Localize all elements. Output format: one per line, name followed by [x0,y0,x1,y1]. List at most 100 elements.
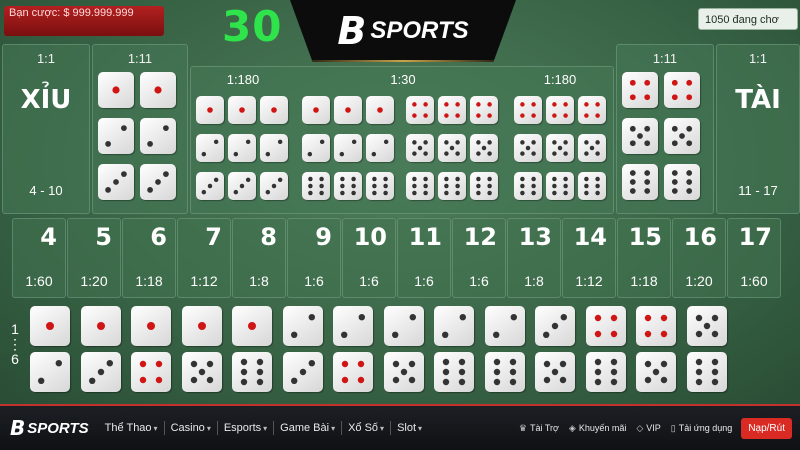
nav-logo-b-icon: B [10,416,25,440]
nav-link-1[interactable]: ◈ Khuyến mãi [564,423,631,434]
triple-die [228,96,256,124]
nav-menu: Thể Thao ▾ Casino ▾ Esports ▾ Game Bài ▾ Xổ Số ▾ S… [99,421,428,435]
bet-total-13[interactable]: 13 1:8 [507,218,561,298]
total-odds: 1:60 [740,273,768,289]
bet-total-14[interactable]: 14 1:12 [562,218,616,298]
deposit-withdraw-button[interactable]: Nạp/Rút [741,417,792,439]
bet-tai[interactable]: 1:1 TÀI 11 - 17 [716,44,800,214]
bet-total-10[interactable]: 10 1:6 [342,218,396,298]
bet-total-8[interactable]: 8 1:8 [232,218,286,298]
nav-item-casino[interactable]: Casino ▾ [165,422,217,434]
nav-link-3[interactable]: ▯ Tải ứng dụng [666,423,738,434]
triple-die [302,134,330,162]
total-number: 8 [260,223,277,251]
combo-die-bottom [686,352,727,392]
total-odds: 1:20 [80,273,108,289]
triple-die [514,96,542,124]
xiu-range: 4 - 10 [29,183,63,198]
triple-right-ratio: 1:180 [543,72,577,87]
total-number: 7 [205,223,222,251]
nav-link-0[interactable]: ♛ Tài Trợ [514,423,564,434]
bet-total-15[interactable]: 15 1:18 [617,218,671,298]
triple-die [302,96,330,124]
xiu-ratio: 1:1 [36,51,56,66]
triple-die [438,172,466,200]
nav-item-thể-thao[interactable]: Thể Thao ▾ [99,422,164,434]
triple-die [366,96,394,124]
triple-die [578,134,606,162]
tai-ratio: 1:1 [748,51,768,66]
nav-link-label: VIP [646,423,661,433]
bet-total-12[interactable]: 12 1:6 [452,218,506,298]
combo-die-bottom [535,352,575,392]
combo-die-bottom [484,352,525,392]
nav-item-slot[interactable]: Slot ▾ [391,422,428,434]
triple-die [260,96,288,124]
combo-die-top [434,306,474,346]
triple-die [260,172,288,200]
triple-die [196,172,224,200]
chevron-down-icon: ▾ [153,424,158,433]
chevron-down-icon: ▾ [331,424,336,433]
triple-die [196,134,224,162]
double-die [622,118,658,154]
bet-total-4[interactable]: 4 1:60 [12,218,66,298]
double-die [140,164,176,200]
online-count: 1050 đang chơ [698,8,798,30]
combo-die-top [30,306,70,346]
nav-item-label: Game Bài [280,422,330,434]
bet-total-9[interactable]: 9 1:6 [287,218,341,298]
bet-total-11[interactable]: 11 1:6 [397,218,451,298]
triple-die [406,96,434,124]
nav-item-label: Esports [223,422,262,434]
nav-item-esports[interactable]: Esports ▾ [218,422,273,434]
total-number: 9 [315,223,332,251]
bet-total-17[interactable]: 17 1:60 [727,218,781,298]
phone-icon: ▯ [670,422,676,433]
total-odds: 1:6 [359,273,379,289]
double-die [140,72,176,108]
total-number: 16 [683,223,717,251]
total-odds: 1:20 [685,273,713,289]
triple-die [196,96,224,124]
triple-die [228,172,256,200]
triple-die [438,134,466,162]
nav-link-2[interactable]: ◇ VIP [631,423,665,434]
nav-item-game-bài[interactable]: Game Bài ▾ [274,422,341,434]
bet-total-5[interactable]: 5 1:20 [67,218,121,298]
nav-item-xổ-số[interactable]: Xổ Số ▾ [342,422,390,434]
total-odds: 1:18 [135,273,163,289]
triple-die [334,172,362,200]
total-number: 6 [150,223,167,251]
nav-item-label: Casino [170,422,205,434]
double-right-ratio: 1:11 [652,51,678,66]
tag-icon: ◈ [568,422,576,433]
combo-die-top [585,306,626,346]
triple-left-ratio: 1:180 [226,72,260,87]
diamond-icon: ◇ [636,422,644,433]
total-odds: 1:18 [630,273,658,289]
triple-die [366,134,394,162]
double-die [622,164,658,200]
bet-total-7[interactable]: 7 1:12 [177,218,231,298]
chevron-down-icon: ▾ [206,424,211,433]
bet-total-6[interactable]: 6 1:18 [122,218,176,298]
total-odds: 1:6 [414,273,434,289]
nav-logo[interactable]: B SPORTS [10,416,89,440]
double-die [664,118,700,154]
tai-range: 11 - 17 [738,183,778,198]
double-die [140,118,176,154]
triple-die [470,134,498,162]
chevron-down-icon: ▾ [263,424,268,433]
chevron-down-icon: ▾ [418,424,423,433]
triple-die [438,96,466,124]
double-die [98,72,134,108]
nav-item-label: Slot [397,422,417,434]
combo-die-top [232,306,272,346]
total-number: 11 [408,223,442,251]
triple-die [546,134,574,162]
bet-total-16[interactable]: 16 1:20 [672,218,726,298]
total-number: 4 [40,223,57,251]
bet-xiu[interactable]: 1:1 XỈU 4 - 10 [2,44,90,214]
nav-right: ♛ Tài Trợ ◈ Khuyến mãi ◇ VIP ▯ Tải ứng dụng [514,423,737,434]
